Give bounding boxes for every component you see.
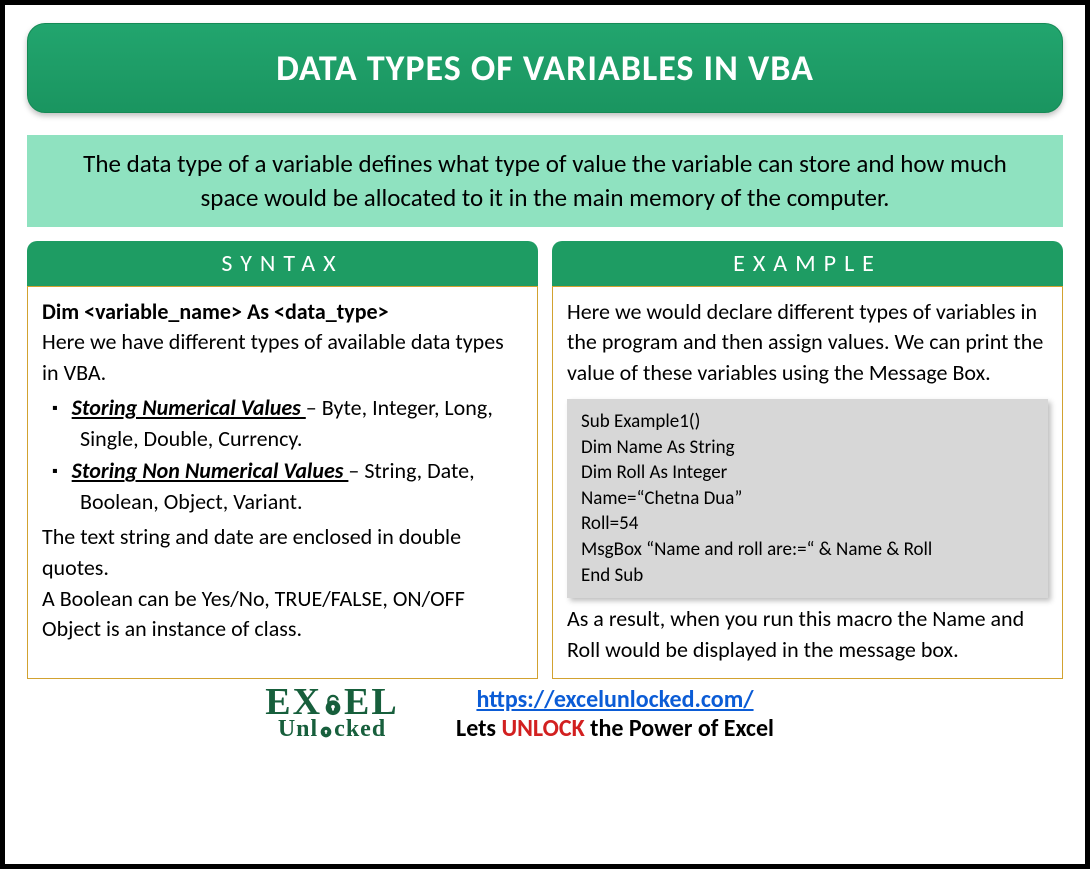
syntax-body: Dim <variable_name> As <data_type> Here … bbox=[27, 286, 538, 679]
page-title: DATA TYPES OF VARIABLES IN VBA bbox=[27, 23, 1063, 113]
document-frame: DATA TYPES OF VARIABLES IN VBA The data … bbox=[0, 0, 1090, 869]
footer: EXEL Unlcked https://excelunlocked.com/ … bbox=[27, 685, 1063, 743]
example-header: EXAMPLE bbox=[552, 241, 1063, 286]
logo-text-top: EXEL bbox=[227, 683, 437, 721]
footer-url-link[interactable]: https://excelunlocked.com/ bbox=[476, 685, 753, 714]
syntax-declaration: Dim <variable_name> As <data_type> bbox=[42, 297, 523, 328]
syntax-intro: Here we have different types of availabl… bbox=[42, 327, 523, 389]
example-column: EXAMPLE Here we would declare different … bbox=[552, 241, 1063, 679]
lock-icon-small bbox=[318, 722, 334, 738]
footer-content: https://excelunlocked.com/ Lets UNLOCK t… bbox=[456, 685, 774, 743]
syntax-note-boolean: A Boolean can be Yes/No, TRUE/FALSE, ON/… bbox=[42, 584, 523, 615]
bullet-numerical: Storing Numerical Values – Byte, Integer… bbox=[46, 393, 523, 455]
example-result: As a result, when you run this macro the… bbox=[567, 604, 1048, 666]
lock-icon bbox=[322, 694, 344, 716]
example-code-block: Sub Example1() Dim Name As String Dim Ro… bbox=[567, 399, 1048, 598]
syntax-note-object: Object is an instance of class. bbox=[42, 614, 523, 645]
example-intro: Here we would declare different types of… bbox=[567, 297, 1048, 389]
bullet-title-nonnumerical: Storing Non Numerical Values bbox=[72, 457, 349, 484]
syntax-column: SYNTAX Dim <variable_name> As <data_type… bbox=[27, 241, 538, 679]
excel-unlocked-logo: EXEL Unlcked bbox=[227, 683, 437, 745]
example-body: Here we would declare different types of… bbox=[552, 286, 1063, 679]
bullet-title-numerical: Storing Numerical Values bbox=[72, 394, 306, 421]
subtitle-description: The data type of a variable defines what… bbox=[27, 135, 1063, 227]
tagline-unlock-word: UNLOCK bbox=[501, 714, 584, 743]
logo-text-bottom: Unlcked bbox=[227, 717, 437, 741]
content-columns: SYNTAX Dim <variable_name> As <data_type… bbox=[27, 241, 1063, 679]
bullet-nonnumerical: Storing Non Numerical Values – String, D… bbox=[46, 456, 523, 518]
footer-tagline: Lets UNLOCK the Power of Excel bbox=[456, 714, 774, 743]
syntax-bullet-list: Storing Numerical Values – Byte, Integer… bbox=[42, 393, 523, 518]
syntax-note-quotes: The text string and date are enclosed in… bbox=[42, 522, 523, 584]
syntax-header: SYNTAX bbox=[27, 241, 538, 286]
tagline-after: the Power of Excel bbox=[585, 714, 774, 743]
tagline-before: Lets bbox=[456, 714, 501, 743]
